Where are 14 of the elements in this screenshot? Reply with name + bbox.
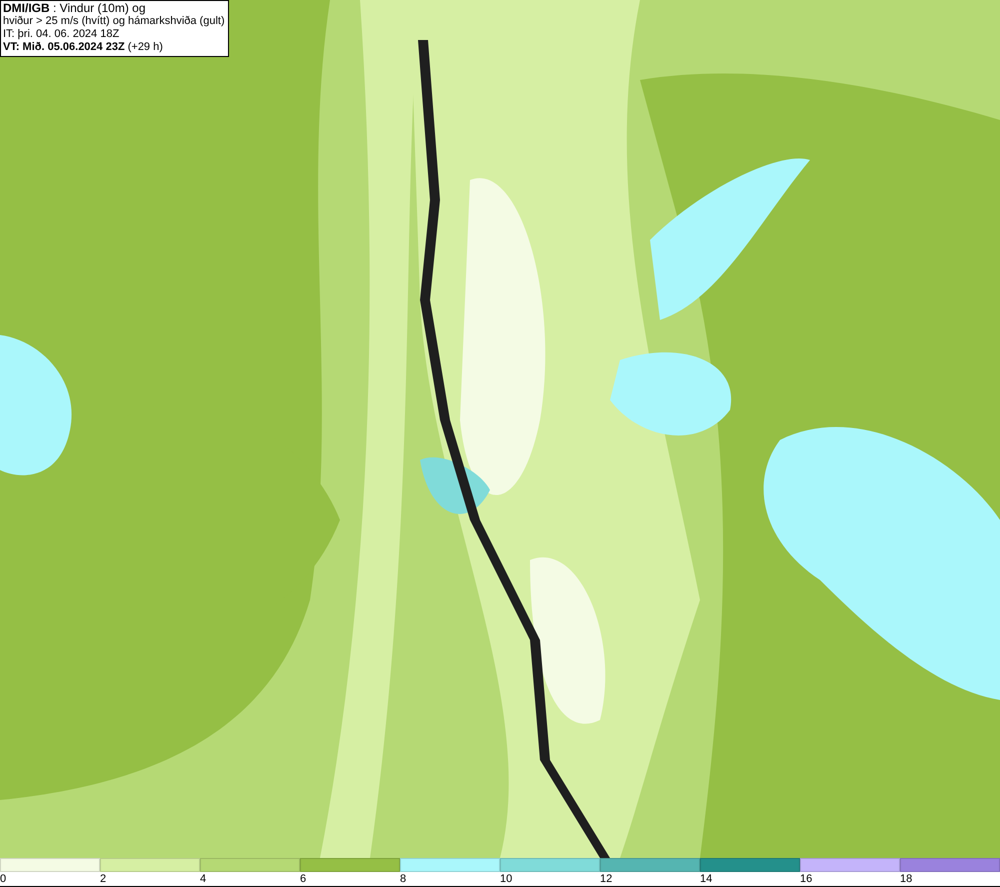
legend-label: 14 [700, 873, 712, 885]
legend-label: 10 [500, 873, 512, 885]
info-text: hviður > 25 m/s (hvítt) og hámarkshviða (gult) [3, 15, 225, 28]
legend-label: 0 [0, 873, 6, 885]
legend-label: 18 [900, 873, 912, 885]
legend-label: 12 [600, 873, 612, 885]
legend-label: 16 [800, 873, 812, 885]
legend-label: 2 [100, 873, 106, 885]
info-text: DMI/IGB : Vindur (10m) og [3, 2, 146, 15]
info-text: IT: þri. 04. 06. 2024 18Z [3, 28, 120, 41]
legend-label: 8 [400, 873, 406, 885]
legend-label: 6 [300, 873, 306, 885]
info-text: VT: Mið. 05.06.2024 23Z (+29 h) [3, 41, 164, 54]
legend-label: 4 [200, 873, 206, 885]
